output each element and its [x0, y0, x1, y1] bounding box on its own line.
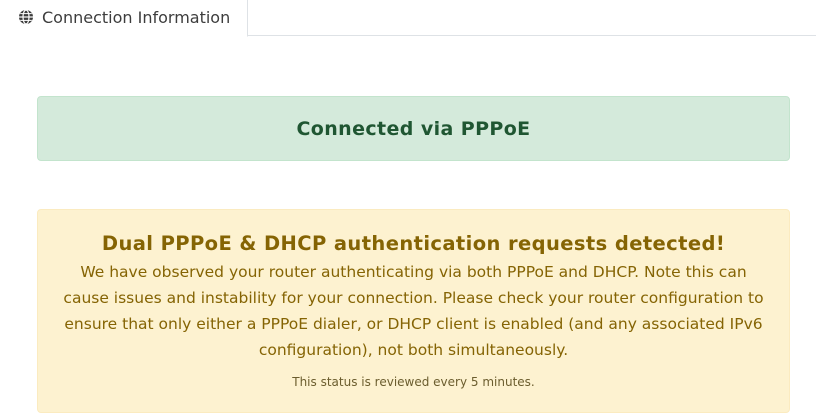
- globe-icon: [18, 9, 34, 25]
- tab-connection-information[interactable]: Connection Information: [0, 0, 248, 37]
- warning-message: We have observed your router authenticat…: [63, 263, 764, 359]
- tab-label: Connection Information: [42, 7, 231, 27]
- review-interval-note: This status is reviewed every 5 minutes.: [292, 375, 535, 389]
- connection-status-alert: Connected via PPPoE: [37, 96, 790, 161]
- warning-title: Dual PPPoE & DHCP authentication request…: [101, 232, 726, 255]
- dual-auth-warning-alert: Dual PPPoE & DHCP authentication request…: [37, 209, 790, 413]
- connection-status-title: Connected via PPPoE: [296, 117, 531, 140]
- tab-bar: Connection Information: [0, 0, 816, 37]
